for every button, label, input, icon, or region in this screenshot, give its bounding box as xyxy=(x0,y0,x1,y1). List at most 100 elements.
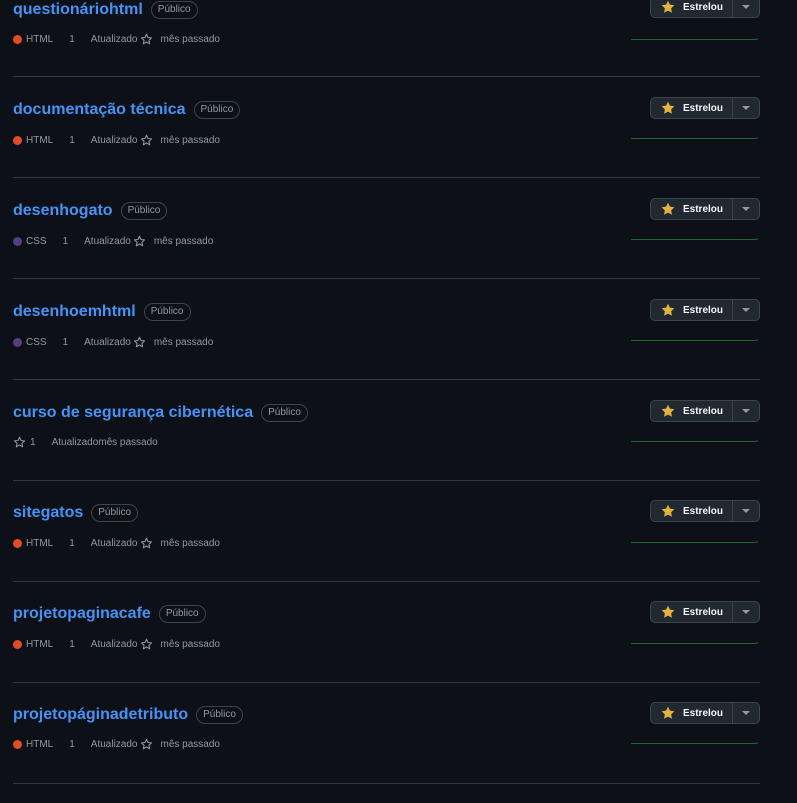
chevron-down-icon xyxy=(742,207,750,211)
updated-time: mês passado xyxy=(160,537,220,549)
updated-label: Atualizado xyxy=(90,738,138,750)
updated-time: mês passado xyxy=(98,436,158,448)
repo-title-row: documentação técnica Público xyxy=(13,98,241,122)
repo-item: desenhogato Público CSS 1 Atualizado mês… xyxy=(13,178,760,279)
repo-item: curso de segurança cibernética Público 1… xyxy=(13,380,760,481)
repo-name-link[interactable]: desenhogato xyxy=(13,202,113,220)
star-count[interactable]: 1 xyxy=(63,236,69,247)
repo-name-link[interactable]: sitegatos xyxy=(13,504,83,522)
starred-label: Estrelou xyxy=(683,203,724,215)
list-dropdown-button[interactable] xyxy=(733,501,759,521)
starred-button-group: Estrelou xyxy=(650,0,760,18)
list-dropdown-button[interactable] xyxy=(733,0,759,17)
unstar-button[interactable]: Estrelou xyxy=(651,703,733,723)
visibility-badge: Público xyxy=(158,605,206,623)
star-outline-icon xyxy=(133,336,146,349)
unstar-button[interactable]: Estrelou xyxy=(651,501,733,521)
star-filled-icon xyxy=(661,504,675,518)
language-color-dot xyxy=(13,34,22,44)
starred-button-group: Estrelou xyxy=(650,702,760,724)
star-filled-icon xyxy=(661,404,675,418)
repo-title-row: projetopáginadetributo Público xyxy=(13,703,243,727)
language-color-dot xyxy=(13,538,22,548)
language-name: HTML xyxy=(26,638,54,650)
star-count[interactable]: 1 xyxy=(69,639,75,650)
chevron-down-icon xyxy=(742,409,750,413)
unstar-button[interactable]: Estrelou xyxy=(651,602,733,622)
language-color-dot xyxy=(13,135,22,145)
activity-sparkline xyxy=(631,339,758,341)
starred-label: Estrelou xyxy=(683,606,724,618)
activity-sparkline xyxy=(631,38,758,40)
updated-label: Atualizado xyxy=(84,336,131,348)
activity-sparkline xyxy=(631,137,758,139)
visibility-badge: Público xyxy=(196,706,243,724)
starred-label: Estrelou xyxy=(683,505,724,517)
chevron-down-icon xyxy=(742,509,750,513)
list-dropdown-button[interactable] xyxy=(733,98,759,118)
repo-item: sitegatos Público HTML 1 Atualizado mês … xyxy=(13,481,760,582)
repo-meta: 1 Atualizado mês passado xyxy=(13,434,158,450)
repo-item: questionáriohtml Público HTML 1 Atualiza… xyxy=(13,0,760,77)
star-filled-icon xyxy=(661,0,675,14)
language-color-dot xyxy=(13,236,22,246)
list-dropdown-button[interactable] xyxy=(733,602,759,622)
starred-button-group: Estrelou xyxy=(650,500,760,522)
list-dropdown-button[interactable] xyxy=(733,300,759,320)
starred-label: Estrelou xyxy=(683,1,724,13)
repo-title-row: questionáriohtml Público xyxy=(13,0,198,22)
star-count[interactable]: 1 xyxy=(69,34,75,45)
repo-meta: CSS 1 Atualizado mês passado xyxy=(13,334,213,350)
star-outline-icon xyxy=(140,537,153,550)
updated-time: mês passado xyxy=(160,134,220,146)
unstar-button[interactable]: Estrelou xyxy=(651,300,733,320)
star-count[interactable]: 1 xyxy=(69,538,75,549)
list-dropdown-button[interactable] xyxy=(733,199,759,219)
repo-meta: HTML 1 Atualizado mês passado xyxy=(13,31,220,47)
repo-name-link[interactable]: projetopáginadetributo xyxy=(13,706,188,724)
starred-button-group: Estrelou xyxy=(650,198,760,220)
visibility-badge: Público xyxy=(261,404,308,422)
updated-time: mês passado xyxy=(153,336,214,348)
repo-name-link[interactable]: questionáriohtml xyxy=(13,1,143,19)
language-name: CSS xyxy=(26,235,47,247)
chevron-down-icon xyxy=(742,308,750,312)
language-color-dot xyxy=(13,739,22,749)
visibility-badge: Público xyxy=(91,504,139,522)
updated-label: Atualizado xyxy=(90,134,138,146)
updated-time: mês passado xyxy=(160,738,220,750)
starred-label: Estrelou xyxy=(683,707,724,719)
starred-button-group: Estrelou xyxy=(650,299,760,321)
updated-time: mês passado xyxy=(160,33,220,45)
updated-label: Atualizado xyxy=(90,537,138,549)
starred-button-group: Estrelou xyxy=(650,601,760,623)
unstar-button[interactable]: Estrelou xyxy=(651,98,733,118)
star-outline-icon xyxy=(13,436,26,449)
star-count[interactable]: 1 xyxy=(30,437,36,448)
chevron-down-icon xyxy=(742,106,750,110)
repo-name-link[interactable]: desenhoemhtml xyxy=(13,303,136,321)
repo-name-link[interactable]: projetopaginacafe xyxy=(13,605,151,623)
activity-sparkline xyxy=(631,742,758,744)
list-dropdown-button[interactable] xyxy=(733,401,759,421)
starred-button-group: Estrelou xyxy=(650,97,760,119)
star-count[interactable]: 1 xyxy=(63,337,69,348)
list-dropdown-button[interactable] xyxy=(733,703,759,723)
repo-title-row: sitegatos Público xyxy=(13,501,139,525)
star-count[interactable]: 1 xyxy=(69,135,75,146)
unstar-button[interactable]: Estrelou xyxy=(651,0,733,17)
language-name: HTML xyxy=(26,537,54,549)
unstar-button[interactable]: Estrelou xyxy=(651,401,733,421)
repo-name-link[interactable]: documentação técnica xyxy=(13,101,186,119)
activity-sparkline xyxy=(631,642,758,644)
visibility-badge: Público xyxy=(193,101,241,119)
activity-sparkline xyxy=(631,541,758,543)
star-outline-icon xyxy=(140,33,153,46)
starred-label: Estrelou xyxy=(683,405,724,417)
activity-sparkline xyxy=(631,440,758,442)
updated-time: mês passado xyxy=(160,638,220,650)
unstar-button[interactable]: Estrelou xyxy=(651,199,733,219)
repo-name-link[interactable]: curso de segurança cibernética xyxy=(13,404,253,422)
star-count[interactable]: 1 xyxy=(69,739,75,750)
star-outline-icon xyxy=(140,638,153,651)
